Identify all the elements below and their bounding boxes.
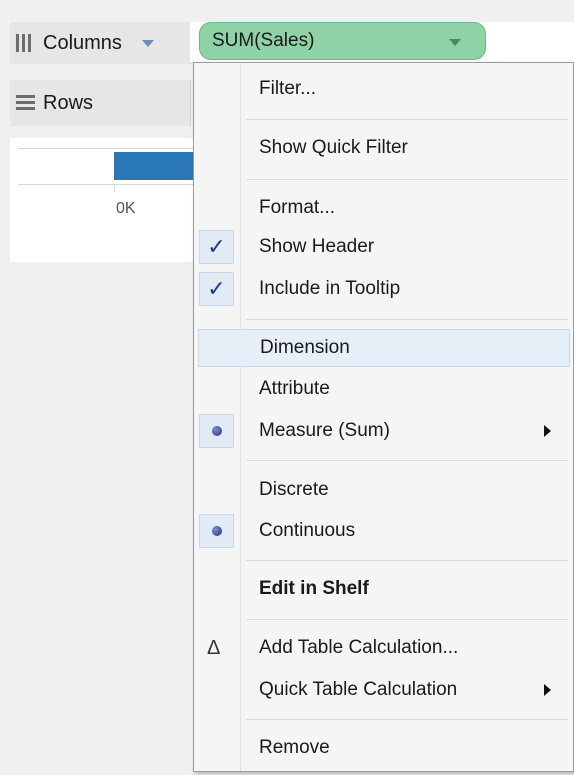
menu-separator <box>246 619 568 620</box>
checkmark-icon: ✓ <box>199 272 234 306</box>
menu-item-include-in-tooltip[interactable]: ✓ Include in Tooltip <box>194 270 573 308</box>
columns-icon <box>16 34 35 52</box>
menu-item-show-quick-filter[interactable]: Show Quick Filter <box>194 129 573 167</box>
menu-separator <box>246 319 568 320</box>
sales-bar[interactable] <box>114 152 193 180</box>
menu-item-attribute[interactable]: Attribute <box>194 370 573 408</box>
chevron-down-icon[interactable] <box>141 39 154 47</box>
columns-label-text: Columns <box>43 31 122 54</box>
columns-shelf-label: Columns <box>10 22 191 64</box>
axis-tick <box>114 184 115 192</box>
menu-item-label: Attribute <box>259 378 330 399</box>
menu-item-discrete[interactable]: Discrete <box>194 471 573 509</box>
menu-separator <box>246 719 568 720</box>
menu-item-label: Show Header <box>259 236 375 257</box>
menu-item-label: Continuous <box>259 520 356 541</box>
checkmark-icon: ✓ <box>199 230 234 264</box>
menu-item-measure-sum[interactable]: Measure (Sum) <box>194 412 573 450</box>
rows-label-text: Rows <box>43 91 94 114</box>
rows-shelf-label: Rows <box>10 80 191 126</box>
pill-dropdown-icon[interactable] <box>449 39 461 46</box>
submenu-arrow-icon <box>544 425 551 437</box>
axis-line <box>18 184 193 185</box>
menu-item-label: Quick Table Calculation <box>259 679 458 700</box>
menu-item-label: Measure (Sum) <box>259 420 390 441</box>
delta-icon: Δ <box>207 636 221 659</box>
menu-item-add-table-calculation[interactable]: Δ Add Table Calculation... <box>194 629 573 667</box>
menu-item-dimension[interactable]: Dimension <box>198 329 570 367</box>
menu-item-label: Show Quick Filter <box>259 137 408 158</box>
sum-sales-pill[interactable]: SUM(Sales) <box>199 22 486 60</box>
menu-item-remove[interactable]: Remove <box>194 729 573 767</box>
menu-item-filter[interactable]: Filter... <box>194 70 573 108</box>
menu-item-label: Discrete <box>259 479 329 500</box>
menu-separator <box>246 119 568 120</box>
axis-tick-label: 0K <box>116 200 136 217</box>
menu-item-label: Format... <box>259 197 336 218</box>
radio-selected-icon <box>199 414 234 448</box>
view-canvas[interactable]: 0K <box>10 138 193 262</box>
menu-item-show-header[interactable]: ✓ Show Header <box>194 228 573 266</box>
menu-item-label: Remove <box>259 737 330 758</box>
menu-separator <box>246 179 568 180</box>
menu-item-continuous[interactable]: Continuous <box>194 512 573 550</box>
menu-item-label: Filter... <box>259 78 317 99</box>
menu-item-label: Dimension <box>260 337 350 358</box>
menu-item-format[interactable]: Format... <box>194 189 573 227</box>
menu-item-label: Edit in Shelf <box>259 578 369 599</box>
menu-separator <box>246 560 568 561</box>
submenu-arrow-icon <box>544 684 551 696</box>
rows-icon <box>16 94 35 112</box>
toolbar-strip <box>0 0 574 10</box>
menu-item-label: Include in Tooltip <box>259 278 401 299</box>
menu-item-label: Add Table Calculation... <box>259 637 459 658</box>
pill-context-menu: Filter... Show Quick Filter Format... ✓ … <box>193 62 574 772</box>
pill-label: SUM(Sales) <box>212 30 315 51</box>
menu-item-edit-in-shelf[interactable]: Edit in Shelf <box>194 570 573 608</box>
radio-selected-icon <box>199 514 234 548</box>
axis-rule <box>18 148 193 149</box>
menu-separator <box>246 460 568 461</box>
menu-item-quick-table-calculation[interactable]: Quick Table Calculation <box>194 671 573 709</box>
